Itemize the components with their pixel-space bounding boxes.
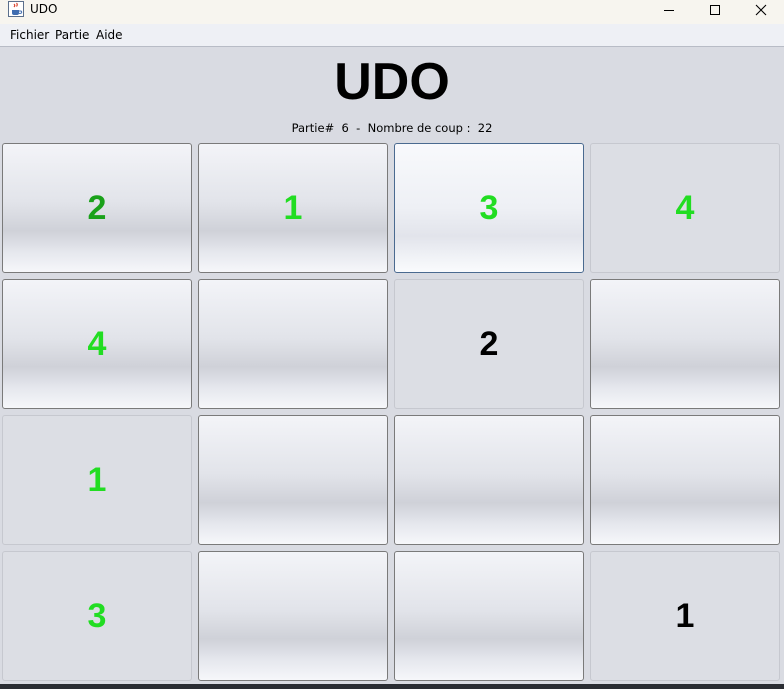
menu-fichier[interactable]: Fichier — [10, 28, 49, 42]
menu-partie[interactable]: Partie — [55, 28, 89, 42]
minimize-icon — [663, 1, 675, 20]
board-cell-r4-c4[interactable]: 1 — [590, 551, 780, 681]
menu-bar: Fichier Partie Aide — [0, 24, 784, 47]
close-icon — [755, 1, 767, 20]
board-cell-r2-c3[interactable]: 2 — [394, 279, 584, 409]
game-board: 213442131 — [2, 143, 782, 683]
game-status: Partie# 6 - Nombre de coup : 22 — [291, 121, 493, 135]
board-cell-r4-c3[interactable] — [394, 551, 584, 681]
board-cell-r1-c4[interactable]: 4 — [590, 143, 780, 273]
board-cell-r1-c3[interactable]: 3 — [394, 143, 584, 273]
minimize-button[interactable] — [646, 0, 692, 20]
game-title: UDO — [334, 53, 450, 111]
title-bar[interactable]: UDO — [0, 0, 784, 24]
board-cell-r2-c1[interactable]: 4 — [2, 279, 192, 409]
java-cup-icon — [8, 1, 24, 17]
board-cell-r2-c4[interactable] — [590, 279, 780, 409]
board-cell-r1-c2[interactable]: 1 — [198, 143, 388, 273]
menu-aide[interactable]: Aide — [96, 28, 123, 42]
board-cell-r4-c2[interactable] — [198, 551, 388, 681]
board-cell-r3-c1[interactable]: 1 — [2, 415, 192, 545]
close-button[interactable] — [738, 0, 784, 20]
maximize-button[interactable] — [692, 0, 738, 20]
taskbar-edge — [0, 684, 784, 689]
window-title: UDO — [30, 2, 58, 16]
board-cell-r4-c1[interactable]: 3 — [2, 551, 192, 681]
board-cell-r3-c2[interactable] — [198, 415, 388, 545]
board-cell-r3-c4[interactable] — [590, 415, 780, 545]
board-cell-r1-c1[interactable]: 2 — [2, 143, 192, 273]
maximize-icon — [709, 1, 721, 20]
board-cell-r3-c3[interactable] — [394, 415, 584, 545]
game-window: UDO Fichier Partie Aide UDO Partie# 6 - … — [0, 0, 784, 689]
board-cell-r2-c2[interactable] — [198, 279, 388, 409]
